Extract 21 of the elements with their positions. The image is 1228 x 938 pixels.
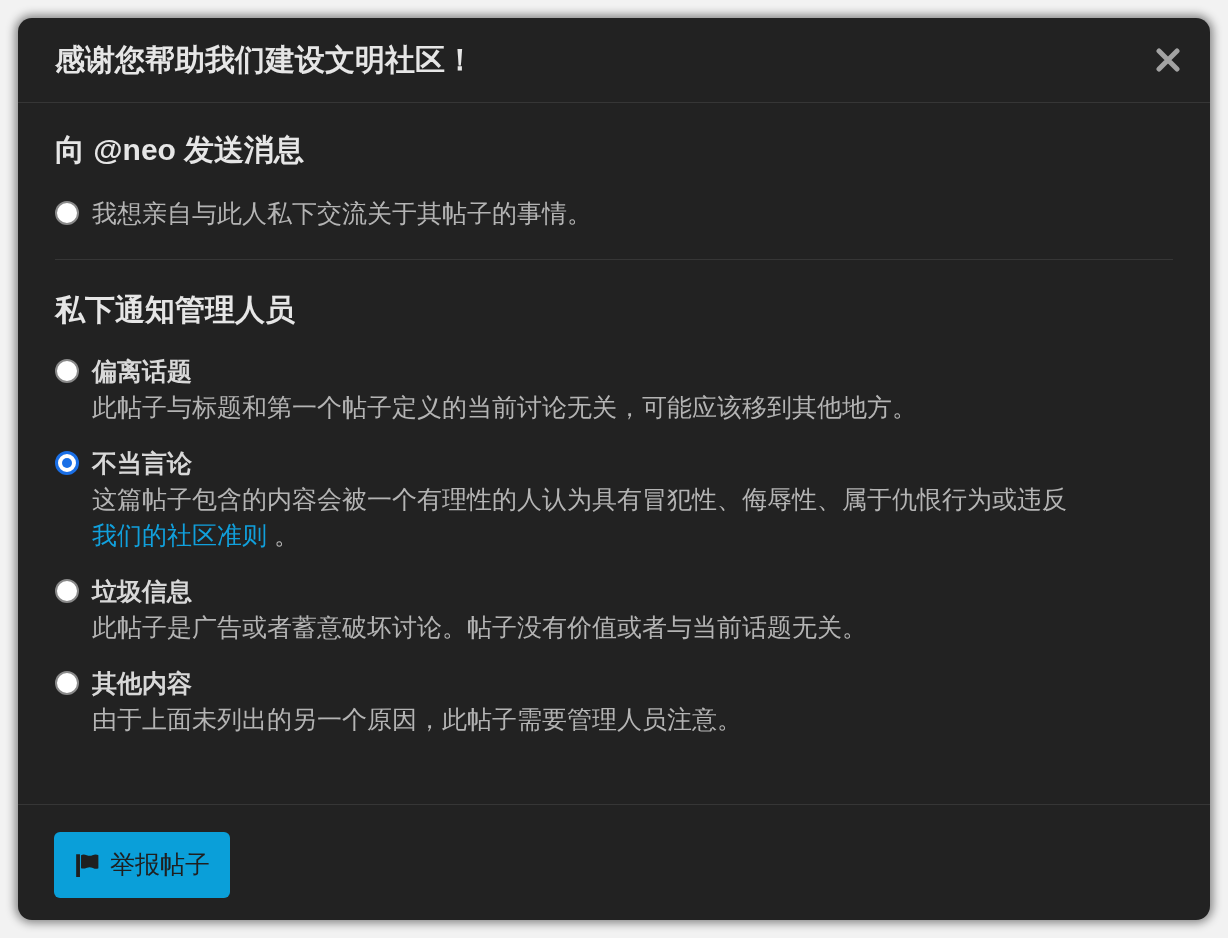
option-title: 其他内容: [92, 668, 193, 699]
option-description: 我想亲自与此人私下交流关于其帖子的事情。: [92, 198, 593, 229]
radio-button[interactable]: [55, 671, 79, 695]
option-description: 这篇帖子包含的内容会被一个有理性的人认为具有冒犯性、侮辱性、属于仇恨行为或违反 我们的社区准则 。: [92, 484, 1068, 551]
radio-button[interactable]: [55, 579, 79, 603]
option-description: 此帖子是广告或者蓄意破坏讨论。帖子没有价值或者与当前话题无关。: [92, 612, 868, 643]
community-guidelines-link[interactable]: 我们的社区准则: [92, 521, 267, 549]
radio-button[interactable]: [55, 201, 79, 225]
dialog-title: 感谢您帮助我们建设文明社区！: [55, 42, 475, 78]
close-icon[interactable]: [1156, 48, 1180, 72]
section-heading: 向 @neo 发送消息: [55, 132, 306, 168]
option-description: 此帖子与标题和第一个帖子定义的当前讨论无关，可能应该移到其他地方。: [92, 392, 918, 423]
section-heading: 私下通知管理人员: [55, 292, 296, 328]
radio-button[interactable]: [55, 451, 79, 475]
report-post-button[interactable]: 举报帖子: [54, 832, 230, 898]
radio-button[interactable]: [55, 359, 79, 383]
option-title: 偏离话题: [92, 356, 193, 387]
flag-icon: [74, 852, 100, 878]
option-title: 垃圾信息: [92, 576, 193, 607]
option-title: 不当言论: [92, 448, 193, 479]
option-description: 由于上面未列出的另一个原因，此帖子需要管理人员注意。: [92, 704, 743, 735]
